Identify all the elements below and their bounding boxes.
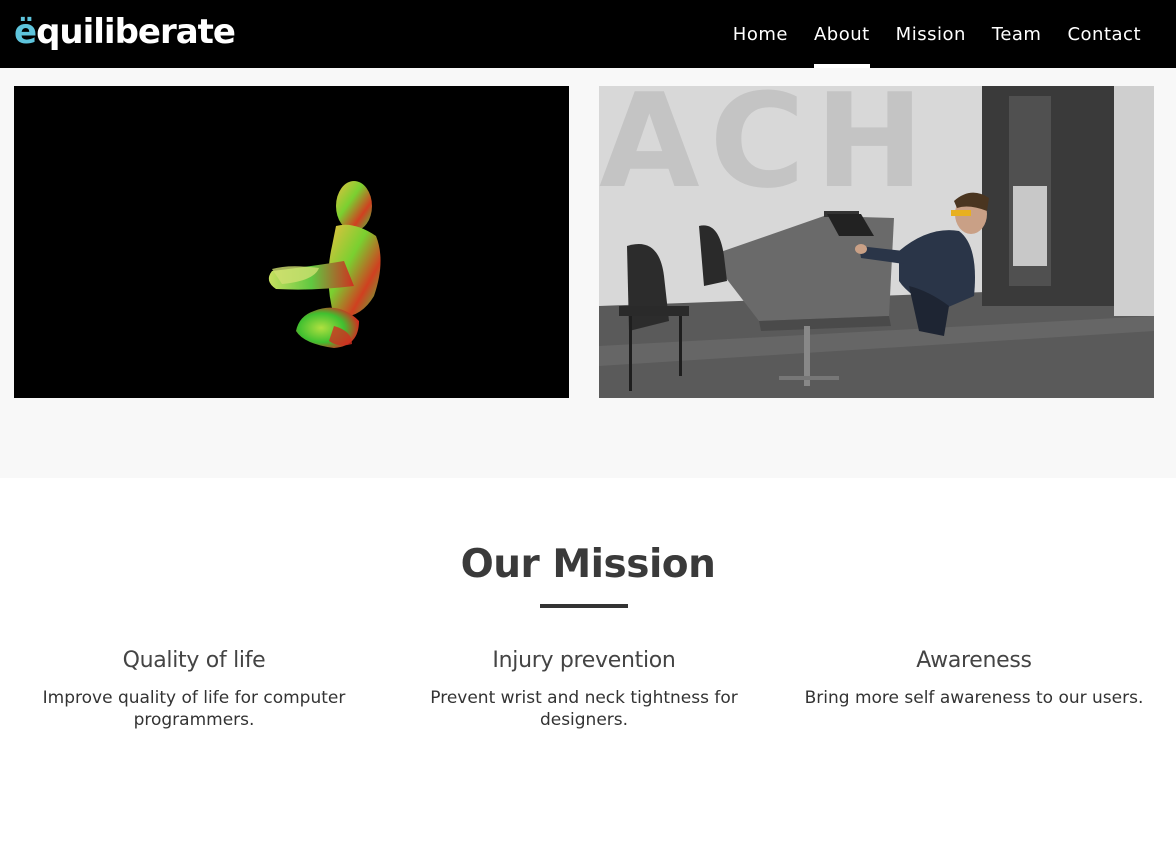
title-underline [540,604,628,608]
column-text: Prevent wrist and neck tightness for des… [430,688,738,730]
svg-text:ACH: ACH [599,86,934,217]
posture-heatmap-figure [268,181,381,348]
logo-text: quiliberate [36,12,236,52]
mission-column-awareness: Awareness Bring more self awareness to o… [804,648,1144,709]
nav-team[interactable]: Team [979,0,1055,68]
brand-logo[interactable]: ë quiliberate [14,11,236,53]
nav-about[interactable]: About [801,0,883,68]
column-heading: Injury prevention [492,648,676,673]
mission-column-injury: Injury prevention Prevent wrist and neck… [414,648,754,731]
column-text: Improve quality of life for computer pro… [42,688,346,730]
nav-home[interactable]: Home [720,0,801,68]
navbar: ë quiliberate Home About Mission Team Con… [0,0,1176,68]
column-heading: Quality of life [122,648,266,673]
nav-mission[interactable]: Mission [883,0,979,68]
mission-section: Our Mission Quality of life Improve qual… [0,478,1176,862]
mission-column-quality: Quality of life Improve quality of life … [24,648,364,731]
column-text: Bring more self awareness to our users. [804,688,1144,708]
posture-heatmap-image [14,86,569,398]
office-photo-image: ACH [599,86,1154,398]
logo-first-letter: ë [14,12,37,52]
office-photo-figure: ACH [599,86,1154,398]
mission-title: Our Mission [460,542,716,587]
column-heading: Awareness [916,648,1032,673]
main-nav: Home About Mission Team Contact [720,0,1154,68]
nav-contact[interactable]: Contact [1054,0,1154,68]
image-gallery: ACH [0,68,1176,478]
